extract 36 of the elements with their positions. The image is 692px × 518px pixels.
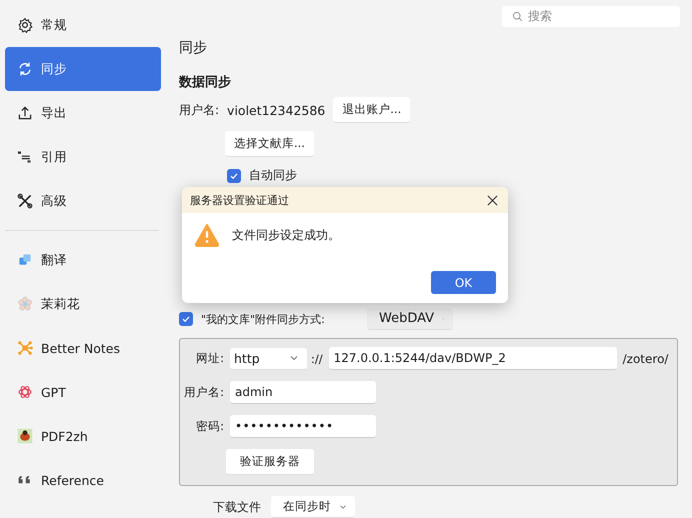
sidebar-item[interactable]: 导出 [5, 91, 161, 135]
ok-button[interactable]: OK [431, 271, 496, 294]
page-title: 同步 [179, 39, 208, 57]
sidebar-item[interactable]: 茉莉花 [5, 282, 161, 326]
protocol-dropdown[interactable]: http [230, 348, 307, 370]
dialog-title: 服务器设置验证通过 [190, 192, 289, 208]
sidebar-item[interactable]: 高级 [5, 179, 161, 223]
field-label: 用户名: [183, 385, 224, 400]
logout-button[interactable]: 退出账户... [333, 97, 410, 123]
checkbox-label: 自动同步 [249, 167, 297, 184]
username-text: violet12342586 [227, 102, 326, 118]
checkbox-label: "我的文库"附件同步方式: [201, 312, 326, 326]
url-suffix-text: /zotero/ [622, 352, 668, 366]
username-field[interactable]: admin [230, 381, 376, 404]
field-label: 密码: [195, 419, 224, 434]
sidebar-item[interactable]: GPT [5, 370, 161, 414]
dialog-message: 文件同步设定成功。 [232, 226, 340, 244]
sync-method-dropdown[interactable]: WebDAV [367, 308, 453, 330]
section-heading: 数据同步 [179, 74, 232, 91]
choose-library-button[interactable]: 选择文献库... [225, 131, 314, 157]
field-label: 网址: [195, 351, 224, 366]
field-label: 用户名: [179, 102, 220, 118]
sidebar-item[interactable]: Reference [5, 458, 161, 502]
search-field[interactable]: 搜索 [502, 6, 680, 27]
url-field[interactable]: 127.0.0.1:5244/dav/BDWP_2 [328, 347, 617, 370]
verify-server-button[interactable]: 验证服务器 [226, 449, 314, 475]
sidebar-item[interactable]: 常规 [5, 3, 161, 47]
password-field[interactable]: ••••••••••••• [230, 415, 376, 438]
sidebar-item[interactable]: 引用 [5, 135, 161, 179]
field-label: 下载文件 [213, 498, 261, 516]
download-dropdown[interactable]: 在同步时 [271, 496, 355, 518]
sidebar-item[interactable]: PDF2zh [5, 414, 161, 458]
sidebar-item[interactable]: 翻译 [5, 238, 161, 282]
sidebar-item[interactable]: Better Notes [5, 326, 161, 370]
sidebar-item[interactable]: 同步 [5, 47, 161, 91]
separator-text: :// [311, 352, 323, 366]
